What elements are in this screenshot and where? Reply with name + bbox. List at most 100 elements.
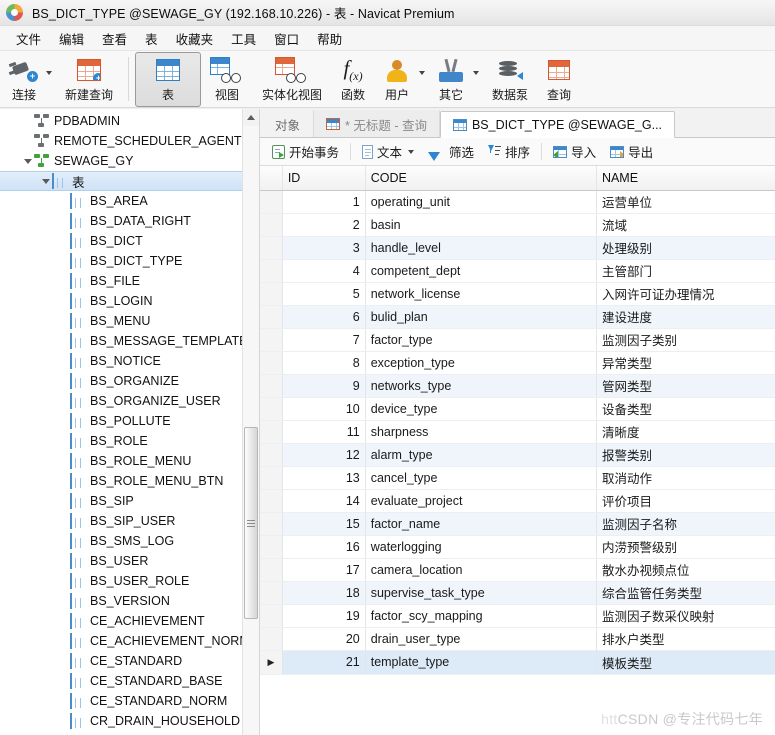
- toolbar-materialized-view-button[interactable]: 实体化视图: [253, 52, 331, 107]
- cell-name[interactable]: 模板类型: [596, 650, 775, 675]
- table-row[interactable]: 8exception_type异常类型0: [260, 351, 775, 375]
- table-row[interactable]: ▶21template_type模板类型0: [260, 650, 775, 675]
- cell-name[interactable]: 取消动作: [596, 466, 775, 490]
- cell-id[interactable]: 16: [282, 535, 366, 559]
- tree-item-bs-role-menu[interactable]: BS_ROLE_MENU: [0, 451, 259, 471]
- table-row[interactable]: 16waterlogging内涝预警级别0: [260, 535, 775, 559]
- tree-item-bs-sms-log[interactable]: BS_SMS_LOG: [0, 531, 259, 551]
- tree-item-ce-standard[interactable]: CE_STANDARD: [0, 651, 259, 671]
- cell-name[interactable]: 评价项目: [596, 489, 775, 513]
- row-selector[interactable]: [260, 420, 283, 444]
- row-selector[interactable]: [260, 466, 283, 490]
- row-selector[interactable]: [260, 305, 283, 329]
- tree-item-bs-menu[interactable]: BS_MENU: [0, 311, 259, 331]
- tree-item-bs-user[interactable]: BS_USER: [0, 551, 259, 571]
- cell-id[interactable]: 8: [282, 351, 366, 375]
- cell-code[interactable]: evaluate_project: [365, 489, 597, 513]
- cell-name[interactable]: 监测因子类别: [596, 328, 775, 352]
- tree-item-ce-achievement-norm[interactable]: CE_ACHIEVEMENT_NORM: [0, 631, 259, 651]
- toolbar-view-button[interactable]: 视图: [201, 52, 253, 107]
- sort-button[interactable]: 排序: [481, 139, 537, 164]
- cell-name[interactable]: 监测因子数采仪映射: [596, 604, 775, 628]
- cell-code[interactable]: networks_type: [365, 374, 597, 398]
- tab-objects[interactable]: 对象: [262, 110, 313, 137]
- row-selector[interactable]: [260, 351, 283, 375]
- table-row[interactable]: 2basin流域0: [260, 213, 775, 237]
- cell-id[interactable]: 2: [282, 213, 366, 237]
- column-header-id[interactable]: ID: [282, 166, 366, 191]
- cell-name[interactable]: 排水户类型: [596, 627, 775, 651]
- row-selector[interactable]: [260, 259, 283, 283]
- table-row[interactable]: 15factor_name监测因子名称0: [260, 512, 775, 536]
- menu-window[interactable]: 窗口: [265, 26, 308, 51]
- cell-id[interactable]: 12: [282, 443, 366, 467]
- sidebar-scrollbar-thumb[interactable]: [244, 427, 258, 619]
- row-selector[interactable]: [260, 604, 283, 628]
- cell-code[interactable]: factor_type: [365, 328, 597, 352]
- grid-body[interactable]: 1operating_unit运营单位02basin流域03handle_lev…: [260, 190, 775, 675]
- tree-item-bs-sip[interactable]: BS_SIP: [0, 491, 259, 511]
- object-tree[interactable]: PDBADMIN REMOTE_SCHEDULER_AGENT SEWAGE_GY 表…: [0, 109, 259, 731]
- cell-name[interactable]: 入网许可证办理情况: [596, 282, 775, 306]
- tree-item-bs-sip-user[interactable]: BS_SIP_USER: [0, 511, 259, 531]
- cell-id[interactable]: 3: [282, 236, 366, 260]
- cell-name[interactable]: 主管部门: [596, 259, 775, 283]
- cell-id[interactable]: 9: [282, 374, 366, 398]
- row-selector[interactable]: [260, 489, 283, 513]
- toolbar-table-button[interactable]: 表: [135, 52, 202, 107]
- tree-item-bs-message-template[interactable]: BS_MESSAGE_TEMPLATE: [0, 331, 259, 351]
- toolbar-other-button[interactable]: 其它: [429, 52, 473, 107]
- cell-id[interactable]: 14: [282, 489, 366, 513]
- data-grid-container[interactable]: ID CODE NAME STATUS 1operating_unit运营单位0…: [260, 166, 775, 735]
- text-view-button[interactable]: 文本: [355, 139, 421, 164]
- menu-table[interactable]: 表: [136, 26, 167, 51]
- cell-code[interactable]: cancel_type: [365, 466, 597, 490]
- cell-code[interactable]: drain_user_type: [365, 627, 597, 651]
- tree-expander-icon[interactable]: [40, 178, 52, 184]
- cell-id[interactable]: 4: [282, 259, 366, 283]
- tree-item-ce-achievement[interactable]: CE_ACHIEVEMENT: [0, 611, 259, 631]
- tree-expander-icon[interactable]: [22, 158, 34, 164]
- menu-edit[interactable]: 编辑: [50, 26, 93, 51]
- cell-id[interactable]: 15: [282, 512, 366, 536]
- table-row[interactable]: 12alarm_type报警类别0: [260, 443, 775, 467]
- tree-item-bs-dict[interactable]: BS_DICT: [0, 231, 259, 251]
- table-row[interactable]: 9networks_type管网类型0: [260, 374, 775, 398]
- tree-item-pdbadmin[interactable]: PDBADMIN: [0, 111, 259, 131]
- cell-id[interactable]: 19: [282, 604, 366, 628]
- import-button[interactable]: 导入: [546, 139, 603, 164]
- row-selector[interactable]: ▶: [260, 650, 283, 675]
- row-selector[interactable]: [260, 213, 283, 237]
- begin-transaction-button[interactable]: 开始事务: [265, 139, 346, 164]
- cell-code[interactable]: alarm_type: [365, 443, 597, 467]
- cell-code[interactable]: factor_scy_mapping: [365, 604, 597, 628]
- cell-name[interactable]: 处理级别: [596, 236, 775, 260]
- sidebar-scrollbar[interactable]: [242, 109, 259, 735]
- row-selector[interactable]: [260, 374, 283, 398]
- cell-id[interactable]: 20: [282, 627, 366, 651]
- column-header-code[interactable]: CODE: [365, 166, 597, 191]
- tree-item-bs-version[interactable]: BS_VERSION: [0, 591, 259, 611]
- cell-code[interactable]: bulid_plan: [365, 305, 597, 329]
- row-selector[interactable]: [260, 236, 283, 260]
- table-row[interactable]: 18supervise_task_type综合监管任务类型0: [260, 581, 775, 605]
- tree-item-bs-role-menu-btn[interactable]: BS_ROLE_MENU_BTN: [0, 471, 259, 491]
- cell-id[interactable]: 7: [282, 328, 366, 352]
- toolbar-query-button[interactable]: 查询: [537, 52, 581, 107]
- row-selector[interactable]: [260, 581, 283, 605]
- cell-code[interactable]: factor_name: [365, 512, 597, 536]
- tree-item--[interactable]: 表: [0, 171, 259, 191]
- cell-name[interactable]: 设备类型: [596, 397, 775, 421]
- tree-item-bs-dict-type[interactable]: BS_DICT_TYPE: [0, 251, 259, 271]
- tree-item-cr-drain-household[interactable]: CR_DRAIN_HOUSEHOLD: [0, 711, 259, 731]
- cell-code[interactable]: supervise_task_type: [365, 581, 597, 605]
- menu-file[interactable]: 文件: [7, 26, 50, 51]
- cell-id[interactable]: 18: [282, 581, 366, 605]
- cell-code[interactable]: camera_location: [365, 558, 597, 582]
- tab-untitled-query[interactable]: * 无标题 - 查询: [313, 110, 440, 137]
- tree-item-bs-role[interactable]: BS_ROLE: [0, 431, 259, 451]
- cell-code[interactable]: handle_level: [365, 236, 597, 260]
- cell-name[interactable]: 建设进度: [596, 305, 775, 329]
- cell-name[interactable]: 清晰度: [596, 420, 775, 444]
- row-selector[interactable]: [260, 328, 283, 352]
